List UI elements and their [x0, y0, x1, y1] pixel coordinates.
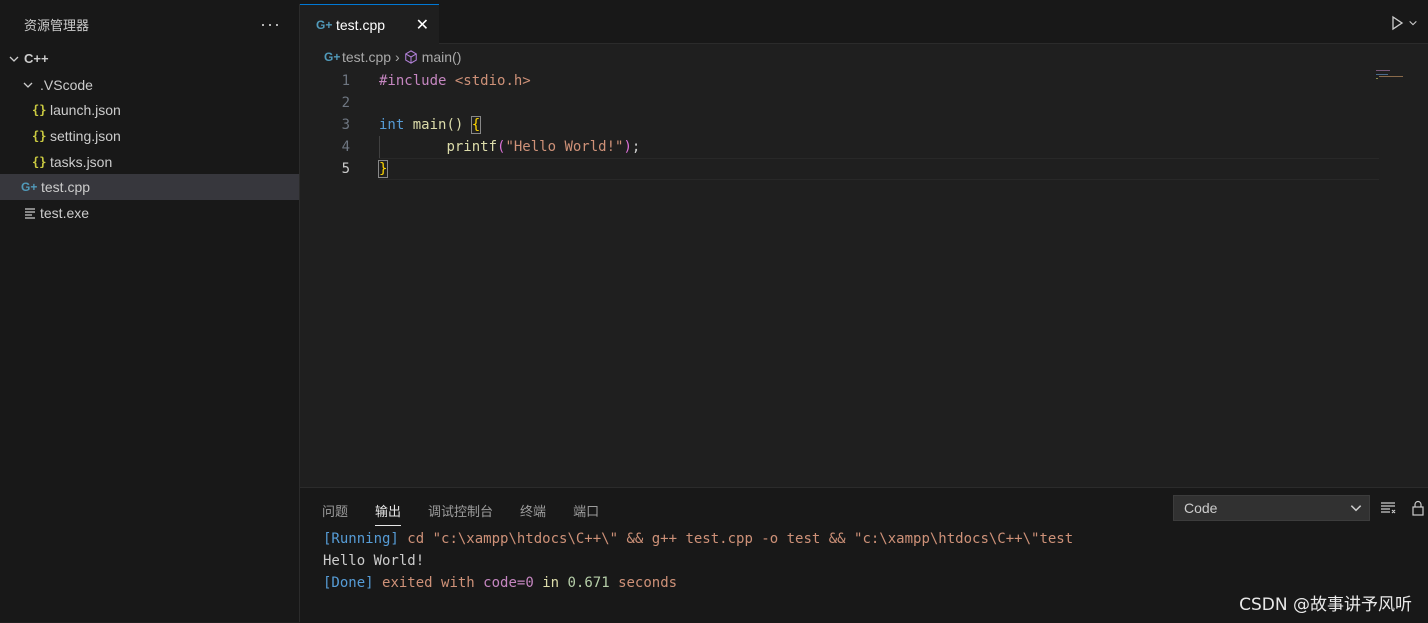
- output-text: [Running] cd "c:\xampp\htdocs\C++\" && g…: [323, 528, 1073, 594]
- file-label: setting.json: [50, 127, 121, 144]
- output-in: in: [542, 575, 560, 591]
- tree-file-test-exe[interactable]: test.exe: [0, 200, 299, 226]
- output-channel-value: Code: [1184, 500, 1218, 516]
- output-exited: exited with: [382, 575, 475, 591]
- token-directive: #include: [379, 73, 447, 89]
- token-paren-close: ): [623, 139, 632, 155]
- json-file-icon: {}: [32, 128, 47, 143]
- token-function: main: [412, 117, 447, 133]
- clear-output-icon[interactable]: [1380, 500, 1396, 516]
- file-tree: C++ .VScode {} launch.json {} setting.js…: [0, 46, 299, 226]
- breadcrumb: G+ test.cpp › main(): [324, 46, 461, 68]
- chevron-down-icon: [1350, 505, 1362, 512]
- close-icon[interactable]: ✕: [416, 15, 429, 35]
- run-button[interactable]: [1389, 15, 1418, 31]
- tree-file-test-cpp[interactable]: G+ test.cpp: [0, 174, 299, 201]
- output-program-text: Hello World!: [323, 553, 425, 569]
- chevron-down-icon[interactable]: [1408, 18, 1418, 28]
- token-header: <stdio.h>: [454, 73, 531, 89]
- chevron-right-icon: ›: [395, 49, 400, 65]
- play-icon: [1392, 15, 1404, 31]
- tab-ports[interactable]: 端口: [573, 496, 599, 526]
- token-brace-close: }: [377, 160, 389, 178]
- output-channel-select[interactable]: Code: [1173, 495, 1370, 521]
- line-number: 2: [341, 95, 350, 111]
- lock-scroll-icon[interactable]: [1410, 500, 1426, 516]
- output-command: cd "c:\xampp\htdocs\C++\" && g++ test.cp…: [407, 531, 1074, 547]
- more-actions-icon[interactable]: ···: [260, 14, 281, 35]
- code-line-1[interactable]: 1 #include <stdio.h>: [300, 70, 1380, 92]
- watermark: CSDN @故事讲予风听: [1239, 595, 1412, 615]
- cpp-file-icon: G+: [316, 17, 333, 32]
- editor-tab-bar: G+ test.cpp ✕: [300, 4, 1428, 44]
- file-label: test.cpp: [41, 179, 91, 196]
- output-seconds: seconds: [618, 575, 678, 591]
- breadcrumb-symbol[interactable]: main(): [422, 49, 462, 65]
- output-duration: 0.671: [567, 575, 610, 591]
- explorer-header: 资源管理器 ···: [0, 4, 299, 44]
- tree-file-launch-json[interactable]: {} launch.json: [0, 97, 299, 123]
- panel-tabs: 问题 输出 调试控制台 终端 端口: [322, 496, 626, 526]
- tree-folder-vscode[interactable]: .VScode: [0, 72, 299, 98]
- file-label: launch.json: [50, 102, 121, 119]
- token-string: "Hello World!": [505, 139, 624, 155]
- tab-label: test.cpp: [336, 16, 386, 33]
- output-exit-code: code=0: [483, 575, 534, 591]
- output-running-tag: [Running]: [323, 531, 399, 547]
- chevron-down-icon: [6, 53, 22, 65]
- cpp-file-icon: G+: [21, 180, 38, 195]
- file-label: tasks.json: [50, 153, 113, 170]
- code-line-5[interactable]: 5 }: [300, 158, 1380, 180]
- file-label: test.exe: [40, 204, 90, 221]
- method-cube-icon: [404, 50, 417, 64]
- json-file-icon: {}: [32, 103, 47, 118]
- line-number: 3: [341, 117, 350, 133]
- tab-output[interactable]: 输出: [375, 496, 402, 526]
- minimap[interactable]: [1376, 70, 1416, 82]
- folder-label-vscode: .VScode: [40, 76, 93, 93]
- code-line-3[interactable]: 3 int main() {: [300, 114, 1380, 136]
- output-done-tag: [Done]: [323, 575, 374, 591]
- json-file-icon: {}: [32, 154, 47, 169]
- explorer-title: 资源管理器: [24, 17, 90, 33]
- token-brace-open: {: [470, 116, 482, 134]
- tab-test-cpp[interactable]: G+ test.cpp ✕: [300, 4, 439, 44]
- tab-terminal[interactable]: 终端: [520, 496, 546, 526]
- output-panel: 问题 输出 调试控制台 终端 端口 Code [Running] cd "c:\…: [300, 487, 1428, 623]
- tab-problems[interactable]: 问题: [322, 496, 348, 526]
- tree-folder-root[interactable]: C++: [0, 46, 299, 72]
- code-line-4[interactable]: 4 printf("Hello World!");: [300, 136, 1380, 158]
- line-number-active: 5: [341, 161, 350, 177]
- token-function: printf: [446, 139, 498, 155]
- tab-debug-console[interactable]: 调试控制台: [428, 496, 493, 526]
- code-line-2[interactable]: 2: [300, 92, 1380, 114]
- breadcrumb-file[interactable]: test.cpp: [342, 49, 391, 65]
- line-number: 4: [341, 139, 350, 155]
- line-number: 1: [341, 73, 350, 89]
- cpp-file-icon: G+: [324, 50, 341, 64]
- token-parens: (): [446, 117, 464, 133]
- tree-file-tasks-json[interactable]: {} tasks.json: [0, 149, 299, 175]
- token-type: int: [379, 117, 405, 133]
- token-semicolon: ;: [631, 139, 641, 155]
- binary-file-icon: [24, 207, 40, 219]
- explorer-sidebar: 资源管理器 ··· C++ .VScode {} launch.json {} …: [0, 4, 300, 622]
- tree-file-setting-json[interactable]: {} setting.json: [0, 123, 299, 149]
- chevron-down-icon: [20, 79, 36, 91]
- folder-label-root: C++: [24, 51, 49, 67]
- code-editor[interactable]: 1 #include <stdio.h> 2 3 int main() { 4 …: [300, 70, 1428, 486]
